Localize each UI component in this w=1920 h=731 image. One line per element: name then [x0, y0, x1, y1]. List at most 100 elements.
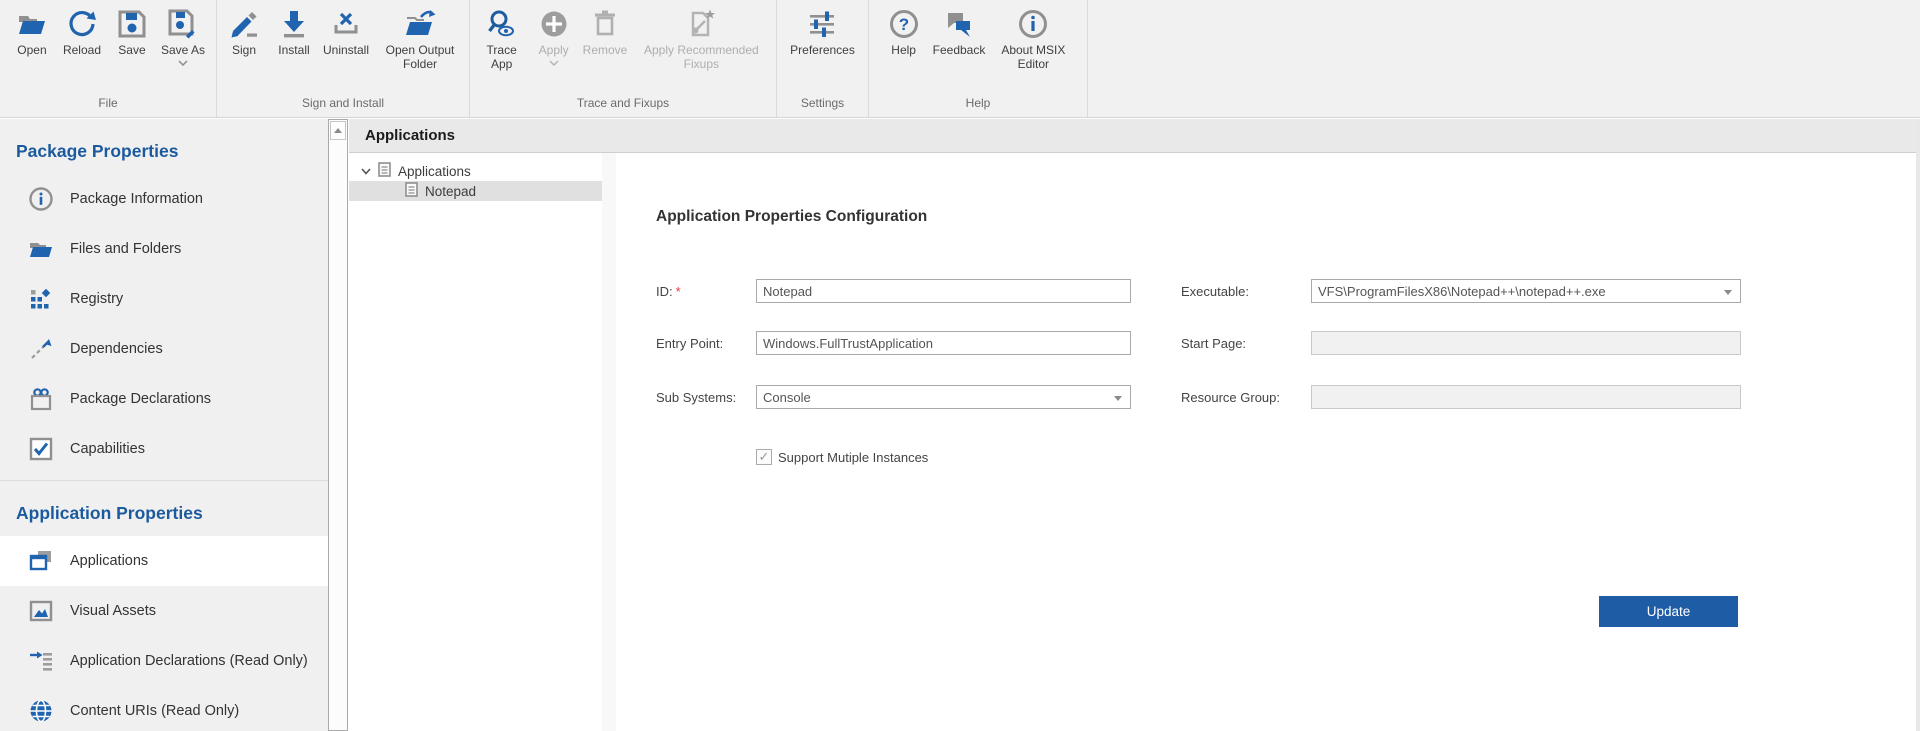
- reload-button[interactable]: Reload: [57, 7, 107, 57]
- entry-point-input[interactable]: [756, 331, 1131, 355]
- ribbon-group-label: Trace and Fixups: [470, 96, 776, 117]
- executable-combobox[interactable]: VFS\ProgramFilesX86\Notepad++\notepad++.…: [1311, 279, 1741, 303]
- section-heading-application-properties: Application Properties: [0, 481, 328, 536]
- applications-tree-panel: Applications Notepad: [349, 153, 602, 731]
- tree-node-label: Applications: [398, 164, 471, 179]
- button-label: Help: [891, 43, 916, 57]
- trace-app-icon: [485, 7, 519, 41]
- combobox-value: VFS\ProgramFilesX86\Notepad++\notepad++.…: [1318, 284, 1606, 299]
- chevron-down-icon[interactable]: [358, 164, 373, 178]
- tree-node-applications[interactable]: Applications: [349, 161, 602, 181]
- main-content: Applications Applications Notepad Applic…: [349, 119, 1920, 731]
- sidebar-scrollbar[interactable]: [328, 119, 348, 731]
- application-properties-form: Application Properties Configuration ID:…: [616, 153, 1916, 731]
- install-arrow-icon: [277, 7, 311, 41]
- form-title: Application Properties Configuration: [656, 208, 927, 226]
- sidebar-item-label: Package Information: [70, 191, 203, 207]
- open-folder-icon: [15, 7, 49, 41]
- sidebar-item-label: Files and Folders: [70, 241, 181, 257]
- checkbox-label: Support Mutiple Instances: [778, 450, 928, 465]
- help-button[interactable]: ? Help: [879, 7, 929, 57]
- open-output-folder-icon: [403, 7, 437, 41]
- start-page-label: Start Page:: [1181, 336, 1246, 351]
- ribbon-toolbar: Open Reload Save Save As: [0, 0, 1920, 118]
- button-label: Reload: [63, 43, 101, 57]
- trace-app-button[interactable]: Trace App: [475, 7, 529, 71]
- button-label: Preferences: [790, 43, 855, 57]
- uninstall-icon: [329, 7, 363, 41]
- support-multiple-instances-checkbox: ✓: [756, 449, 772, 465]
- sub-systems-combobox[interactable]: Console: [756, 385, 1131, 409]
- button-label: Open Output Folder: [377, 43, 463, 71]
- chevron-down-icon: [549, 59, 559, 66]
- sidebar-item-applications[interactable]: Applications: [0, 536, 328, 586]
- ribbon-group-trace-fixups: Trace App Apply Remove: [470, 0, 777, 117]
- scrollbar-up-button[interactable]: [330, 121, 346, 140]
- sidebar-item-label: Application Declarations (Read Only): [70, 653, 308, 669]
- open-button[interactable]: Open: [7, 7, 57, 57]
- ribbon-group-settings: Preferences Settings: [777, 0, 869, 117]
- support-multiple-instances-row: ✓ Support Mutiple Instances: [756, 449, 928, 465]
- remove-button: Remove: [579, 7, 632, 57]
- save-button[interactable]: Save: [107, 7, 157, 57]
- sign-pencil-icon: [227, 7, 261, 41]
- page-title-bar: Applications: [349, 119, 1916, 153]
- navigation-sidebar: Package Properties Package Information F…: [0, 119, 328, 731]
- preferences-button[interactable]: Preferences: [786, 7, 859, 57]
- sidebar-item-files-and-folders[interactable]: Files and Folders: [0, 224, 328, 274]
- id-input[interactable]: [756, 279, 1131, 303]
- feedback-icon: [942, 7, 976, 41]
- sign-button[interactable]: Sign: [219, 7, 269, 57]
- button-label: Apply: [539, 43, 569, 57]
- sidebar-item-registry[interactable]: Registry: [0, 274, 328, 324]
- sidebar-item-package-declarations[interactable]: Package Declarations: [0, 374, 328, 424]
- dependencies-arrow-icon: [28, 336, 54, 362]
- sidebar-item-visual-assets[interactable]: Visual Assets: [0, 586, 328, 636]
- gift-box-icon: [28, 386, 54, 412]
- save-as-button[interactable]: Save As: [157, 7, 209, 66]
- info-icon: [28, 186, 54, 212]
- sidebar-item-label: Package Declarations: [70, 391, 211, 407]
- about-msix-editor-button[interactable]: About MSIX Editor: [989, 7, 1077, 71]
- sidebar-item-application-declarations[interactable]: Application Declarations (Read Only): [0, 636, 328, 686]
- sidebar-item-label: Visual Assets: [70, 603, 156, 619]
- arrow-list-icon: [28, 648, 54, 674]
- open-output-folder-button[interactable]: Open Output Folder: [373, 7, 467, 71]
- sidebar-item-package-information[interactable]: Package Information: [0, 174, 328, 224]
- install-button[interactable]: Install: [269, 7, 319, 57]
- ribbon-group-help: ? Help Feedback About MSIX Editor Help: [869, 0, 1088, 117]
- save-as-icon: [166, 7, 200, 41]
- sidebar-item-label: Content URIs (Read Only): [70, 703, 239, 719]
- sidebar-item-label: Applications: [70, 553, 148, 569]
- tree-node-notepad[interactable]: Notepad: [349, 181, 602, 201]
- button-label: About MSIX Editor: [993, 43, 1073, 71]
- id-label: ID:*: [656, 284, 681, 299]
- start-page-input: [1311, 331, 1741, 355]
- update-button[interactable]: Update: [1599, 596, 1738, 627]
- sidebar-item-dependencies[interactable]: Dependencies: [0, 324, 328, 374]
- button-label: Apply Recommended Fixups: [635, 43, 767, 71]
- panel-splitter[interactable]: [602, 153, 616, 731]
- triangle-up-icon: [334, 128, 342, 133]
- ribbon-group-label: Help: [869, 96, 1087, 117]
- button-label: Feedback: [933, 43, 986, 57]
- entry-point-label: Entry Point:: [656, 336, 723, 351]
- apply-button: Apply: [529, 7, 579, 66]
- button-label: Remove: [583, 43, 628, 57]
- apply-recommended-fixups-button: Apply Recommended Fixups: [631, 7, 771, 71]
- sidebar-item-content-uris[interactable]: Content URIs (Read Only): [0, 686, 328, 731]
- about-icon: [1016, 7, 1050, 41]
- uninstall-button[interactable]: Uninstall: [319, 7, 373, 57]
- button-label: Trace App: [479, 43, 525, 71]
- document-icon: [405, 182, 418, 200]
- resource-group-input: [1311, 385, 1741, 409]
- ribbon-group-file: Open Reload Save Save As: [0, 0, 217, 117]
- image-icon: [28, 598, 54, 624]
- ribbon-group-label: Sign and Install: [217, 96, 469, 117]
- ribbon-group-label: Settings: [777, 96, 868, 117]
- required-asterisk: *: [676, 284, 681, 299]
- preferences-sliders-icon: [805, 7, 839, 41]
- chevron-down-icon[interactable]: [178, 59, 188, 66]
- sidebar-item-capabilities[interactable]: Capabilities: [0, 424, 328, 474]
- feedback-button[interactable]: Feedback: [929, 7, 990, 57]
